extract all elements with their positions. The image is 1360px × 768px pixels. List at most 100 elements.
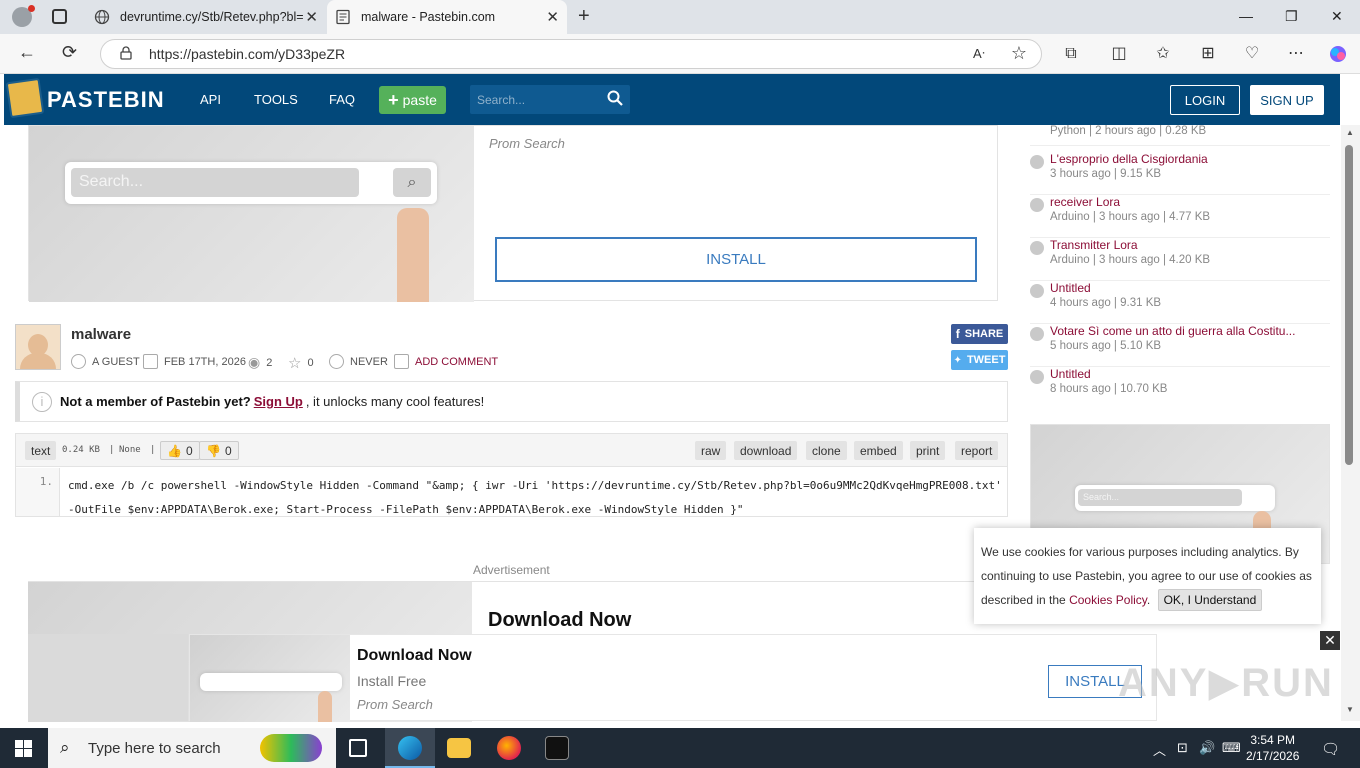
eye-icon: ◉: [248, 354, 261, 370]
site-search-input[interactable]: Search...: [470, 85, 630, 114]
download-button[interactable]: download: [734, 441, 798, 460]
search-icon[interactable]: [607, 90, 623, 110]
browser-essentials-icon[interactable]: ♡: [1242, 44, 1262, 64]
close-tab-icon[interactable]: ✕: [546, 8, 559, 26]
like-button[interactable]: 👍 0: [160, 441, 200, 460]
keyboard-icon[interactable]: ⌨: [1222, 740, 1241, 756]
recent-paste-item[interactable]: Python | 2 hours ago | 0.28 KB: [1030, 125, 1330, 146]
tray-chevron-icon[interactable]: ︿: [1153, 740, 1166, 759]
taskbar-search-box[interactable]: ⌕ Type here to search: [48, 728, 336, 768]
syntax-badge[interactable]: text: [25, 441, 57, 460]
cookie-banner: We use cookies for various purposes incl…: [974, 528, 1321, 624]
more-menu-icon[interactable]: ⋯: [1286, 44, 1306, 64]
refresh-icon[interactable]: ⟳: [62, 42, 77, 63]
globe-icon: [1030, 198, 1044, 212]
pastebin-logo-icon[interactable]: [5, 77, 45, 119]
code-text[interactable]: cmd.exe /b /c powershell -WindowStyle Hi…: [68, 474, 1003, 522]
paste-header: malware A GUEST FEB 17TH, 2026 ◉ 2 ☆ 0 NEV…: [15, 324, 1008, 372]
page-scrollbar[interactable]: ▲ ▼: [1341, 125, 1360, 721]
taskbar-clock[interactable]: 3:54 PM 2/17/2026: [1246, 732, 1299, 764]
dislike-button[interactable]: 👎 0: [199, 441, 239, 460]
tab-devruntime[interactable]: devruntime.cy/Stb/Retev.php?bl= ✕: [84, 0, 326, 34]
ad-finger-graphic: [397, 208, 429, 302]
file-explorer-icon[interactable]: [447, 738, 471, 758]
ad-background: [28, 634, 188, 721]
recent-paste-item[interactable]: Untitled 4 hours ago | 9.31 KB: [1030, 281, 1330, 324]
paste-size: 0.24 KB: [62, 445, 100, 455]
recent-paste-item[interactable]: Untitled 8 hours ago | 10.70 KB: [1030, 367, 1330, 410]
notice-signup-link[interactable]: Sign Up: [254, 394, 303, 409]
extensions-icon[interactable]: ⧉: [1061, 44, 1081, 64]
paste-rating: ☆ 0: [288, 355, 314, 372]
nav-tools[interactable]: TOOLS: [254, 92, 298, 107]
terminal-icon[interactable]: [545, 736, 569, 760]
pastebin-logo-text[interactable]: PASTEBIN: [47, 87, 165, 113]
close-tab-icon[interactable]: ✕: [305, 8, 318, 26]
ad-install-button[interactable]: INSTALL: [495, 237, 977, 282]
volume-icon[interactable]: 🔊: [1199, 740, 1215, 756]
maximize-icon[interactable]: ❐: [1285, 8, 1298, 25]
globe-icon: [1030, 241, 1044, 255]
window-close-icon[interactable]: ✕: [1331, 8, 1343, 25]
add-comment-link[interactable]: ADD COMMENT: [394, 354, 498, 369]
close-ad-icon[interactable]: ✕: [1320, 631, 1340, 650]
address-bar[interactable]: https://pastebin.com/yD33peZR Aᐧ ☆: [100, 39, 1042, 69]
scroll-down-icon[interactable]: ▼: [1346, 705, 1354, 714]
ad-finger-graphic: [318, 691, 332, 722]
profile-notification-dot: [28, 5, 35, 12]
task-view-icon[interactable]: [349, 739, 367, 757]
ad-subtitle: Prom Search: [489, 136, 565, 151]
comment-icon: [394, 354, 409, 369]
twitter-share-button[interactable]: ✦ TWEET: [951, 350, 1008, 370]
notifications-icon[interactable]: 🗨: [1321, 740, 1340, 758]
lock-icon[interactable]: [119, 46, 133, 60]
firefox-icon[interactable]: [497, 736, 521, 760]
recent-paste-item[interactable]: L'esproprio della Cisgiordania 3 hours a…: [1030, 152, 1330, 195]
minimize-icon[interactable]: —: [1239, 8, 1253, 24]
edge-browser-icon[interactable]: [398, 736, 422, 760]
paste-date: FEB 17TH, 2026: [143, 354, 246, 369]
nav-api[interactable]: API: [200, 92, 221, 107]
favorites-icon[interactable]: ✩: [1153, 44, 1173, 64]
cookie-accept-button[interactable]: OK, I Understand: [1157, 589, 1263, 611]
paste-expiry: NEVER: [329, 354, 388, 369]
tab-title: malware - Pastebin.com: [361, 10, 496, 24]
facebook-icon: f: [955, 327, 960, 341]
url-text: https://pastebin.com/yD33peZR: [149, 46, 346, 62]
top-advertisement[interactable]: Search... ⌕ Prom Search INSTALL: [28, 125, 998, 302]
cookies-policy-link[interactable]: Cookies Policy: [1069, 593, 1147, 607]
embed-button[interactable]: embed: [854, 441, 903, 460]
browser-tabbar: devruntime.cy/Stb/Retev.php?bl= ✕ malwar…: [0, 0, 1360, 34]
scrollbar-thumb[interactable]: [1345, 145, 1353, 465]
facebook-share-button[interactable]: f SHARE: [951, 324, 1008, 344]
read-aloud-icon[interactable]: Aᐧ: [973, 46, 985, 62]
back-icon[interactable]: ←: [18, 42, 36, 63]
network-icon[interactable]: ⊡: [1177, 740, 1188, 756]
nav-faq[interactable]: FAQ: [329, 92, 355, 107]
sticky-ad-subtitle: Install Free: [357, 673, 427, 689]
login-button[interactable]: LOGIN: [1170, 85, 1240, 115]
ad-image: Search... ⌕: [29, 126, 474, 302]
recent-paste-item[interactable]: Votare Sì come un atto di guerra alla Co…: [1030, 324, 1330, 367]
sticky-ad-panel[interactable]: Download Now Install Free Prom Search IN…: [189, 634, 1157, 722]
clone-button[interactable]: clone: [806, 441, 847, 460]
scroll-up-icon[interactable]: ▲: [1346, 128, 1354, 137]
report-button[interactable]: report: [955, 441, 999, 460]
windows-start-icon[interactable]: [15, 740, 32, 757]
copilot-icon[interactable]: [1328, 44, 1348, 64]
code-line-1: cmd.exe /b /c powershell -WindowStyle Hi…: [68, 479, 1002, 492]
recent-paste-item[interactable]: Transmitter Lora Arduino | 3 hours ago |…: [1030, 238, 1330, 281]
code-line-1-wrap: -OutFile $env:APPDATA\Berok.exe; Start-P…: [68, 503, 744, 516]
print-button[interactable]: print: [910, 441, 946, 460]
clock-icon: [329, 354, 344, 369]
raw-button[interactable]: raw: [695, 441, 727, 460]
new-tab-icon[interactable]: +: [578, 5, 590, 28]
signup-button[interactable]: SIGN UP: [1250, 85, 1324, 115]
favorite-star-icon[interactable]: ☆: [1011, 43, 1027, 64]
tab-pastebin[interactable]: malware - Pastebin.com ✕: [327, 0, 567, 34]
new-paste-button[interactable]: + paste: [379, 86, 446, 114]
recent-paste-item[interactable]: receiver Lora Arduino | 3 hours ago | 4.…: [1030, 195, 1330, 238]
split-screen-icon[interactable]: ◫: [1109, 44, 1129, 64]
tab-actions-icon[interactable]: [52, 9, 67, 24]
collections-icon[interactable]: ⊞: [1198, 44, 1218, 64]
